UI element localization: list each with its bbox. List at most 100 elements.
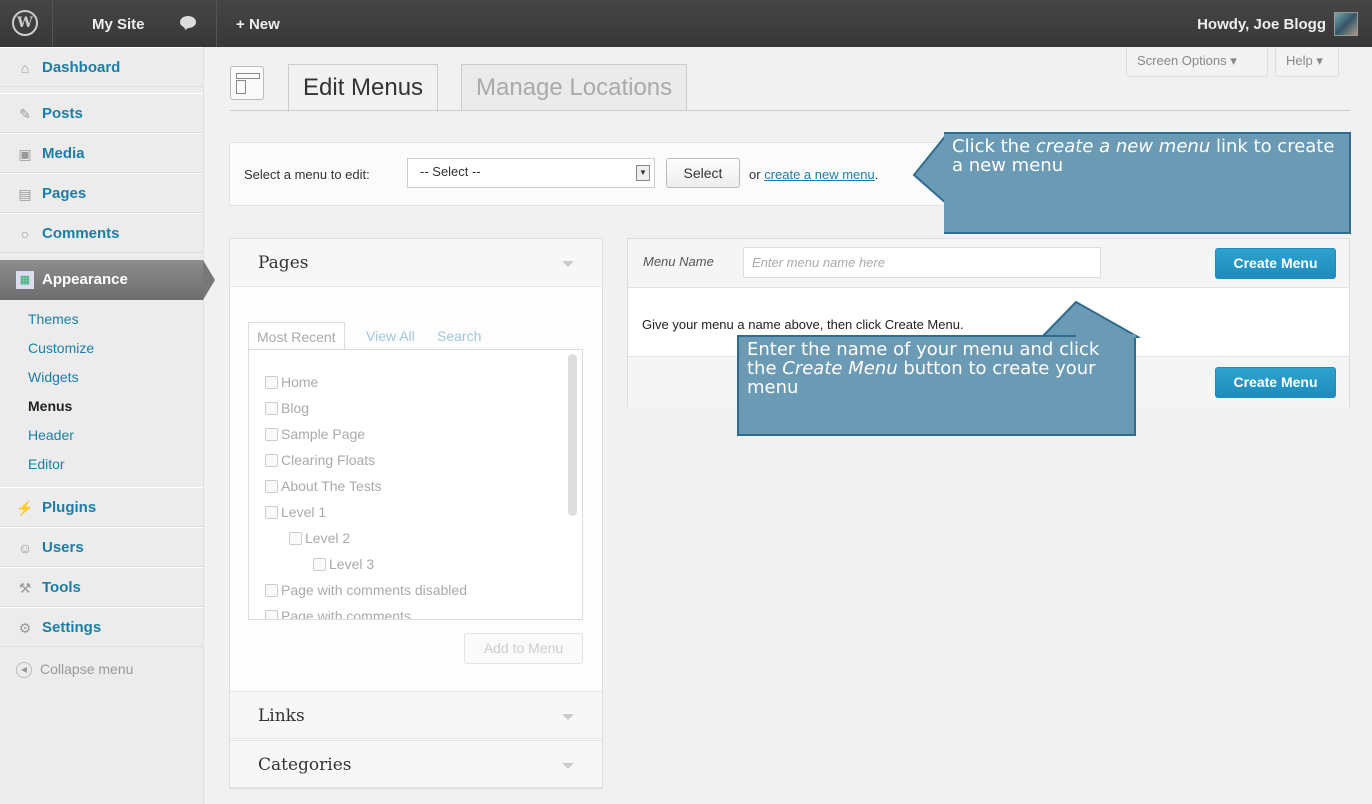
sidebar-item-users[interactable]: ☺ Users <box>0 527 203 567</box>
admin-bar: W My Site + New Howdy, Joe Blogg <box>0 0 1372 47</box>
collapse-arrow-icon: ◀ <box>16 662 32 679</box>
list-item[interactable]: Level 2 <box>289 530 350 546</box>
sidebar-item-appearance[interactable]: ▦ Appearance <box>0 260 215 300</box>
sidebar-item-media[interactable]: ▣ Media <box>0 133 203 173</box>
list-item-label: Page with comments <box>281 608 411 620</box>
tab-divider <box>230 110 1350 111</box>
create-new-menu-text: or create a new menu. <box>749 167 878 182</box>
pages-section-header[interactable]: Pages <box>230 239 602 287</box>
settings-icon: ⚙ <box>18 620 32 636</box>
sidebar-item-tools[interactable]: ⚒ Tools <box>0 567 203 607</box>
submenu-themes[interactable]: Themes <box>0 305 203 334</box>
list-item-label: About The Tests <box>281 478 382 494</box>
site-name-link[interactable]: My Site <box>92 0 145 47</box>
wordpress-logo-icon[interactable]: W <box>12 10 38 36</box>
sidebar-item-label: Comments <box>42 225 120 242</box>
new-label: New <box>248 16 280 33</box>
tab-view-all[interactable]: View All <box>358 322 423 350</box>
tab-search[interactable]: Search <box>429 322 489 350</box>
checkbox[interactable] <box>265 402 278 415</box>
tab-most-recent[interactable]: Most Recent <box>248 322 345 350</box>
sidebar-item-comments[interactable]: ○ Comments <box>0 213 203 253</box>
list-item[interactable]: Page with comments <box>265 608 411 620</box>
callout-enter-menu-name: Enter the name of your menu and click th… <box>737 335 1136 436</box>
new-content-link[interactable]: + New <box>236 0 280 47</box>
admin-sidebar: ⌂ Dashboard ✎ Posts ▣ Media ▤ Pages ○ Co… <box>0 47 215 804</box>
avatar[interactable] <box>1334 12 1358 36</box>
submenu-header[interactable]: Header <box>0 421 203 450</box>
categories-section-header[interactable]: Categories <box>230 740 602 788</box>
list-item[interactable]: Page with comments disabled <box>265 582 467 598</box>
checkbox[interactable] <box>313 558 326 571</box>
checkbox[interactable] <box>289 532 302 545</box>
toggle-arrow-icon <box>562 714 574 720</box>
sidebar-item-pages[interactable]: ▤ Pages <box>0 173 203 213</box>
select-button[interactable]: Select <box>666 158 740 188</box>
add-to-menu-button[interactable]: Add to Menu <box>464 633 583 664</box>
sidebar-item-label: Settings <box>42 619 102 636</box>
checkbox[interactable] <box>265 454 278 467</box>
sidebar-item-label: Dashboard <box>42 59 121 76</box>
toggle-arrow-icon <box>562 763 574 769</box>
list-item[interactable]: Level 1 <box>265 504 326 520</box>
submenu-widgets[interactable]: Widgets <box>0 363 203 392</box>
checkbox[interactable] <box>265 376 278 389</box>
toggle-arrow-icon <box>562 261 574 267</box>
media-icon: ▣ <box>18 146 32 162</box>
callout-emphasis: create a new menu <box>1035 136 1211 157</box>
menu-name-label: Menu Name <box>643 254 714 269</box>
pin-icon: ✎ <box>19 106 31 122</box>
comments-icon[interactable] <box>180 16 196 28</box>
screen-options-button[interactable]: Screen Options ▾ <box>1126 48 1268 77</box>
list-item[interactable]: Level 3 <box>313 556 374 572</box>
sidebar-item-label: Posts <box>42 105 83 122</box>
create-menu-button-top[interactable]: Create Menu <box>1215 248 1336 279</box>
submenu-customize[interactable]: Customize <box>0 334 203 363</box>
scrollbar[interactable] <box>568 354 577 516</box>
submenu-editor[interactable]: Editor <box>0 450 203 479</box>
sidebar-item-plugins[interactable]: ⚡ Plugins <box>0 487 203 527</box>
sidebar-item-label: Users <box>42 539 84 556</box>
help-button[interactable]: Help ▾ <box>1275 48 1339 77</box>
checkbox[interactable] <box>265 480 278 493</box>
divider <box>52 0 53 47</box>
list-item[interactable]: About The Tests <box>265 478 382 494</box>
callout-text: Click the <box>952 136 1036 157</box>
list-item[interactable]: Sample Page <box>265 426 365 442</box>
list-item-label: Level 2 <box>305 530 351 546</box>
sidebar-item-posts[interactable]: ✎ Posts <box>0 93 203 133</box>
list-item-label: Page with comments disabled <box>281 582 467 598</box>
collapse-menu-button[interactable]: ◀ Collapse menu <box>16 661 133 679</box>
list-item-label: Blog <box>281 400 310 416</box>
dashboard-icon: ⌂ <box>20 60 30 76</box>
callout-top-pointer <box>912 132 948 206</box>
links-section-header[interactable]: Links <box>230 691 602 739</box>
plus-icon: + <box>236 16 249 33</box>
plug-icon: ⚡ <box>16 500 34 516</box>
tab-edit-menus[interactable]: Edit Menus <box>288 64 439 112</box>
sidebar-item-label: Pages <box>42 185 87 202</box>
submenu-menus[interactable]: Menus <box>0 392 203 421</box>
pages-icon: ▤ <box>18 186 32 202</box>
checkbox[interactable] <box>265 584 278 597</box>
sidebar-item-label: Tools <box>42 579 81 596</box>
checkbox[interactable] <box>265 428 278 441</box>
sidebar-item-dashboard[interactable]: ⌂ Dashboard <box>0 47 203 87</box>
sidebar-item-label: Appearance <box>42 271 128 288</box>
menu-select-dropdown[interactable]: -- Select -- ▼ <box>407 158 655 188</box>
menu-name-input[interactable] <box>743 247 1101 278</box>
create-new-menu-link[interactable]: create a new menu <box>764 167 875 182</box>
create-menu-button-bottom[interactable]: Create Menu <box>1215 367 1336 398</box>
sidebar-item-settings[interactable]: ⚙ Settings <box>0 607 203 647</box>
checkbox[interactable] <box>265 506 278 519</box>
howdy-user-link[interactable]: Howdy, Joe Blogg <box>1197 0 1326 47</box>
checkbox[interactable] <box>265 610 278 619</box>
tab-manage-locations[interactable]: Manage Locations <box>461 64 688 111</box>
menu-instruction-text: Give your menu a name above, then click … <box>642 317 964 332</box>
list-item[interactable]: Clearing Floats <box>265 452 375 468</box>
dropdown-arrow-icon: ▼ <box>636 165 650 181</box>
list-item[interactable]: Blog <box>265 400 309 416</box>
links-section-title: Links <box>258 706 305 726</box>
select-value: -- Select -- <box>420 164 481 179</box>
list-item[interactable]: Home <box>265 374 318 390</box>
